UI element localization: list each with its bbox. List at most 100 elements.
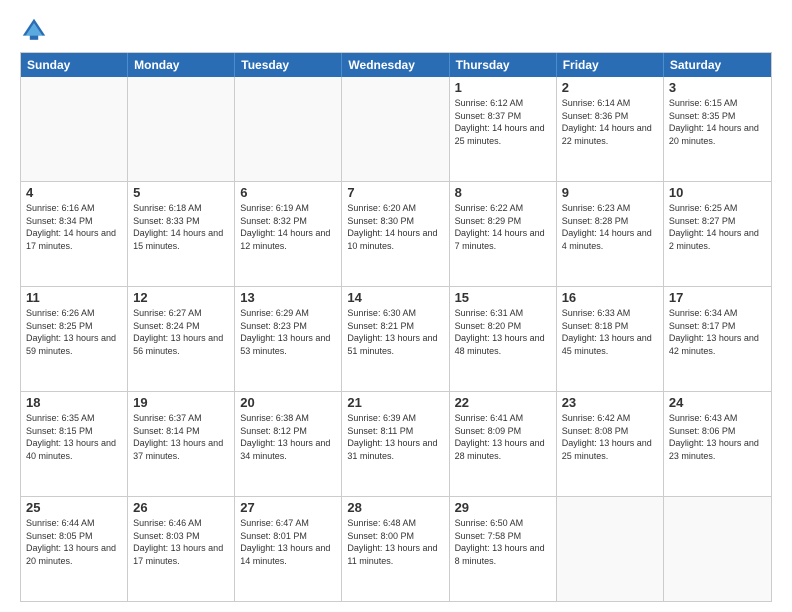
day-number: 29 bbox=[455, 500, 551, 515]
calendar-row: 18 Sunrise: 6:35 AM Sunset: 8:15 PM Dayli… bbox=[21, 392, 771, 497]
day-info: Sunrise: 6:42 AM Sunset: 8:08 PM Dayligh… bbox=[562, 412, 658, 462]
calendar-cell: 26 Sunrise: 6:46 AM Sunset: 8:03 PM Dayli… bbox=[128, 497, 235, 601]
day-info: Sunrise: 6:50 AM Sunset: 7:58 PM Dayligh… bbox=[455, 517, 551, 567]
day-info: Sunrise: 6:23 AM Sunset: 8:28 PM Dayligh… bbox=[562, 202, 658, 252]
day-info: Sunrise: 6:15 AM Sunset: 8:35 PM Dayligh… bbox=[669, 97, 766, 147]
calendar-cell bbox=[557, 497, 664, 601]
day-number: 17 bbox=[669, 290, 766, 305]
day-header-friday: Friday bbox=[557, 53, 664, 77]
calendar-cell: 9 Sunrise: 6:23 AM Sunset: 8:28 PM Daylig… bbox=[557, 182, 664, 286]
calendar-cell: 27 Sunrise: 6:47 AM Sunset: 8:01 PM Dayli… bbox=[235, 497, 342, 601]
day-info: Sunrise: 6:37 AM Sunset: 8:14 PM Dayligh… bbox=[133, 412, 229, 462]
day-number: 20 bbox=[240, 395, 336, 410]
calendar-cell bbox=[128, 77, 235, 181]
calendar-cell: 15 Sunrise: 6:31 AM Sunset: 8:20 PM Dayli… bbox=[450, 287, 557, 391]
calendar-cell: 23 Sunrise: 6:42 AM Sunset: 8:08 PM Dayli… bbox=[557, 392, 664, 496]
calendar-cell: 19 Sunrise: 6:37 AM Sunset: 8:14 PM Dayli… bbox=[128, 392, 235, 496]
day-number: 26 bbox=[133, 500, 229, 515]
calendar-cell: 5 Sunrise: 6:18 AM Sunset: 8:33 PM Daylig… bbox=[128, 182, 235, 286]
day-header-monday: Monday bbox=[128, 53, 235, 77]
day-info: Sunrise: 6:46 AM Sunset: 8:03 PM Dayligh… bbox=[133, 517, 229, 567]
calendar-cell: 29 Sunrise: 6:50 AM Sunset: 7:58 PM Dayli… bbox=[450, 497, 557, 601]
day-header-thursday: Thursday bbox=[450, 53, 557, 77]
day-info: Sunrise: 6:20 AM Sunset: 8:30 PM Dayligh… bbox=[347, 202, 443, 252]
day-info: Sunrise: 6:27 AM Sunset: 8:24 PM Dayligh… bbox=[133, 307, 229, 357]
day-number: 27 bbox=[240, 500, 336, 515]
day-info: Sunrise: 6:48 AM Sunset: 8:00 PM Dayligh… bbox=[347, 517, 443, 567]
day-number: 14 bbox=[347, 290, 443, 305]
calendar-cell: 13 Sunrise: 6:29 AM Sunset: 8:23 PM Dayli… bbox=[235, 287, 342, 391]
calendar-cell: 11Sunrise: 6:26 AM Sunset: 8:25 PM Dayli… bbox=[21, 287, 128, 391]
calendar-row: 1 Sunrise: 6:12 AM Sunset: 8:37 PM Daylig… bbox=[21, 77, 771, 182]
calendar-cell bbox=[664, 497, 771, 601]
day-number: 1 bbox=[455, 80, 551, 95]
calendar-cell bbox=[342, 77, 449, 181]
day-number: 7 bbox=[347, 185, 443, 200]
day-number: 28 bbox=[347, 500, 443, 515]
day-number: 19 bbox=[133, 395, 229, 410]
day-number: 5 bbox=[133, 185, 229, 200]
day-number: 25 bbox=[26, 500, 122, 515]
day-number: 2 bbox=[562, 80, 658, 95]
day-info: Sunrise: 6:33 AM Sunset: 8:18 PM Dayligh… bbox=[562, 307, 658, 357]
day-header-wednesday: Wednesday bbox=[342, 53, 449, 77]
day-info: Sunrise: 6:39 AM Sunset: 8:11 PM Dayligh… bbox=[347, 412, 443, 462]
day-number: 12 bbox=[133, 290, 229, 305]
calendar: SundayMondayTuesdayWednesdayThursdayFrid… bbox=[20, 52, 772, 602]
day-info: Sunrise: 6:12 AM Sunset: 8:37 PM Dayligh… bbox=[455, 97, 551, 147]
calendar-cell: 14 Sunrise: 6:30 AM Sunset: 8:21 PM Dayli… bbox=[342, 287, 449, 391]
day-info: Sunrise: 6:30 AM Sunset: 8:21 PM Dayligh… bbox=[347, 307, 443, 357]
day-info: Sunrise: 6:47 AM Sunset: 8:01 PM Dayligh… bbox=[240, 517, 336, 567]
calendar-row: 25 Sunrise: 6:44 AM Sunset: 8:05 PM Dayli… bbox=[21, 497, 771, 601]
calendar-cell: 8Sunrise: 6:22 AM Sunset: 8:29 PM Daylig… bbox=[450, 182, 557, 286]
calendar-cell: 7 Sunrise: 6:20 AM Sunset: 8:30 PM Daylig… bbox=[342, 182, 449, 286]
day-info: Sunrise: 6:43 AM Sunset: 8:06 PM Dayligh… bbox=[669, 412, 766, 462]
calendar-cell: 18 Sunrise: 6:35 AM Sunset: 8:15 PM Dayli… bbox=[21, 392, 128, 496]
calendar-cell: 21 Sunrise: 6:39 AM Sunset: 8:11 PM Dayli… bbox=[342, 392, 449, 496]
calendar-cell: 25 Sunrise: 6:44 AM Sunset: 8:05 PM Dayli… bbox=[21, 497, 128, 601]
calendar-cell: 22Sunrise: 6:41 AM Sunset: 8:09 PM Dayli… bbox=[450, 392, 557, 496]
day-number: 8 bbox=[455, 185, 551, 200]
calendar-cell: 16 Sunrise: 6:33 AM Sunset: 8:18 PM Dayli… bbox=[557, 287, 664, 391]
calendar-cell: 3 Sunrise: 6:15 AM Sunset: 8:35 PM Daylig… bbox=[664, 77, 771, 181]
day-number: 10 bbox=[669, 185, 766, 200]
calendar-cell bbox=[21, 77, 128, 181]
calendar-cell: 2 Sunrise: 6:14 AM Sunset: 8:36 PM Daylig… bbox=[557, 77, 664, 181]
day-info: Sunrise: 6:16 AM Sunset: 8:34 PM Dayligh… bbox=[26, 202, 122, 252]
day-number: 23 bbox=[562, 395, 658, 410]
day-info: Sunrise: 6:38 AM Sunset: 8:12 PM Dayligh… bbox=[240, 412, 336, 462]
calendar-cell: 6Sunrise: 6:19 AM Sunset: 8:32 PM Daylig… bbox=[235, 182, 342, 286]
day-number: 15 bbox=[455, 290, 551, 305]
day-header-tuesday: Tuesday bbox=[235, 53, 342, 77]
day-number: 4 bbox=[26, 185, 122, 200]
day-number: 13 bbox=[240, 290, 336, 305]
day-number: 11 bbox=[26, 290, 122, 305]
day-number: 21 bbox=[347, 395, 443, 410]
calendar-cell: 24 Sunrise: 6:43 AM Sunset: 8:06 PM Dayli… bbox=[664, 392, 771, 496]
calendar-row: 11Sunrise: 6:26 AM Sunset: 8:25 PM Dayli… bbox=[21, 287, 771, 392]
day-number: 9 bbox=[562, 185, 658, 200]
day-info: Sunrise: 6:31 AM Sunset: 8:20 PM Dayligh… bbox=[455, 307, 551, 357]
calendar-cell: 1 Sunrise: 6:12 AM Sunset: 8:37 PM Daylig… bbox=[450, 77, 557, 181]
calendar-body: 1 Sunrise: 6:12 AM Sunset: 8:37 PM Daylig… bbox=[21, 77, 771, 601]
calendar-cell: 12 Sunrise: 6:27 AM Sunset: 8:24 PM Dayli… bbox=[128, 287, 235, 391]
logo-icon bbox=[20, 16, 48, 44]
day-info: Sunrise: 6:35 AM Sunset: 8:15 PM Dayligh… bbox=[26, 412, 122, 462]
day-number: 16 bbox=[562, 290, 658, 305]
calendar-cell: 28 Sunrise: 6:48 AM Sunset: 8:00 PM Dayli… bbox=[342, 497, 449, 601]
day-number: 24 bbox=[669, 395, 766, 410]
page-header bbox=[20, 16, 772, 44]
day-info: Sunrise: 6:18 AM Sunset: 8:33 PM Dayligh… bbox=[133, 202, 229, 252]
day-header-saturday: Saturday bbox=[664, 53, 771, 77]
calendar-cell: 17Sunrise: 6:34 AM Sunset: 8:17 PM Dayli… bbox=[664, 287, 771, 391]
day-number: 18 bbox=[26, 395, 122, 410]
calendar-cell bbox=[235, 77, 342, 181]
day-info: Sunrise: 6:44 AM Sunset: 8:05 PM Dayligh… bbox=[26, 517, 122, 567]
day-number: 3 bbox=[669, 80, 766, 95]
day-info: Sunrise: 6:41 AM Sunset: 8:09 PM Dayligh… bbox=[455, 412, 551, 462]
day-info: Sunrise: 6:29 AM Sunset: 8:23 PM Dayligh… bbox=[240, 307, 336, 357]
calendar-cell: 10 Sunrise: 6:25 AM Sunset: 8:27 PM Dayli… bbox=[664, 182, 771, 286]
day-info: Sunrise: 6:25 AM Sunset: 8:27 PM Dayligh… bbox=[669, 202, 766, 252]
day-number: 6 bbox=[240, 185, 336, 200]
day-info: Sunrise: 6:14 AM Sunset: 8:36 PM Dayligh… bbox=[562, 97, 658, 147]
